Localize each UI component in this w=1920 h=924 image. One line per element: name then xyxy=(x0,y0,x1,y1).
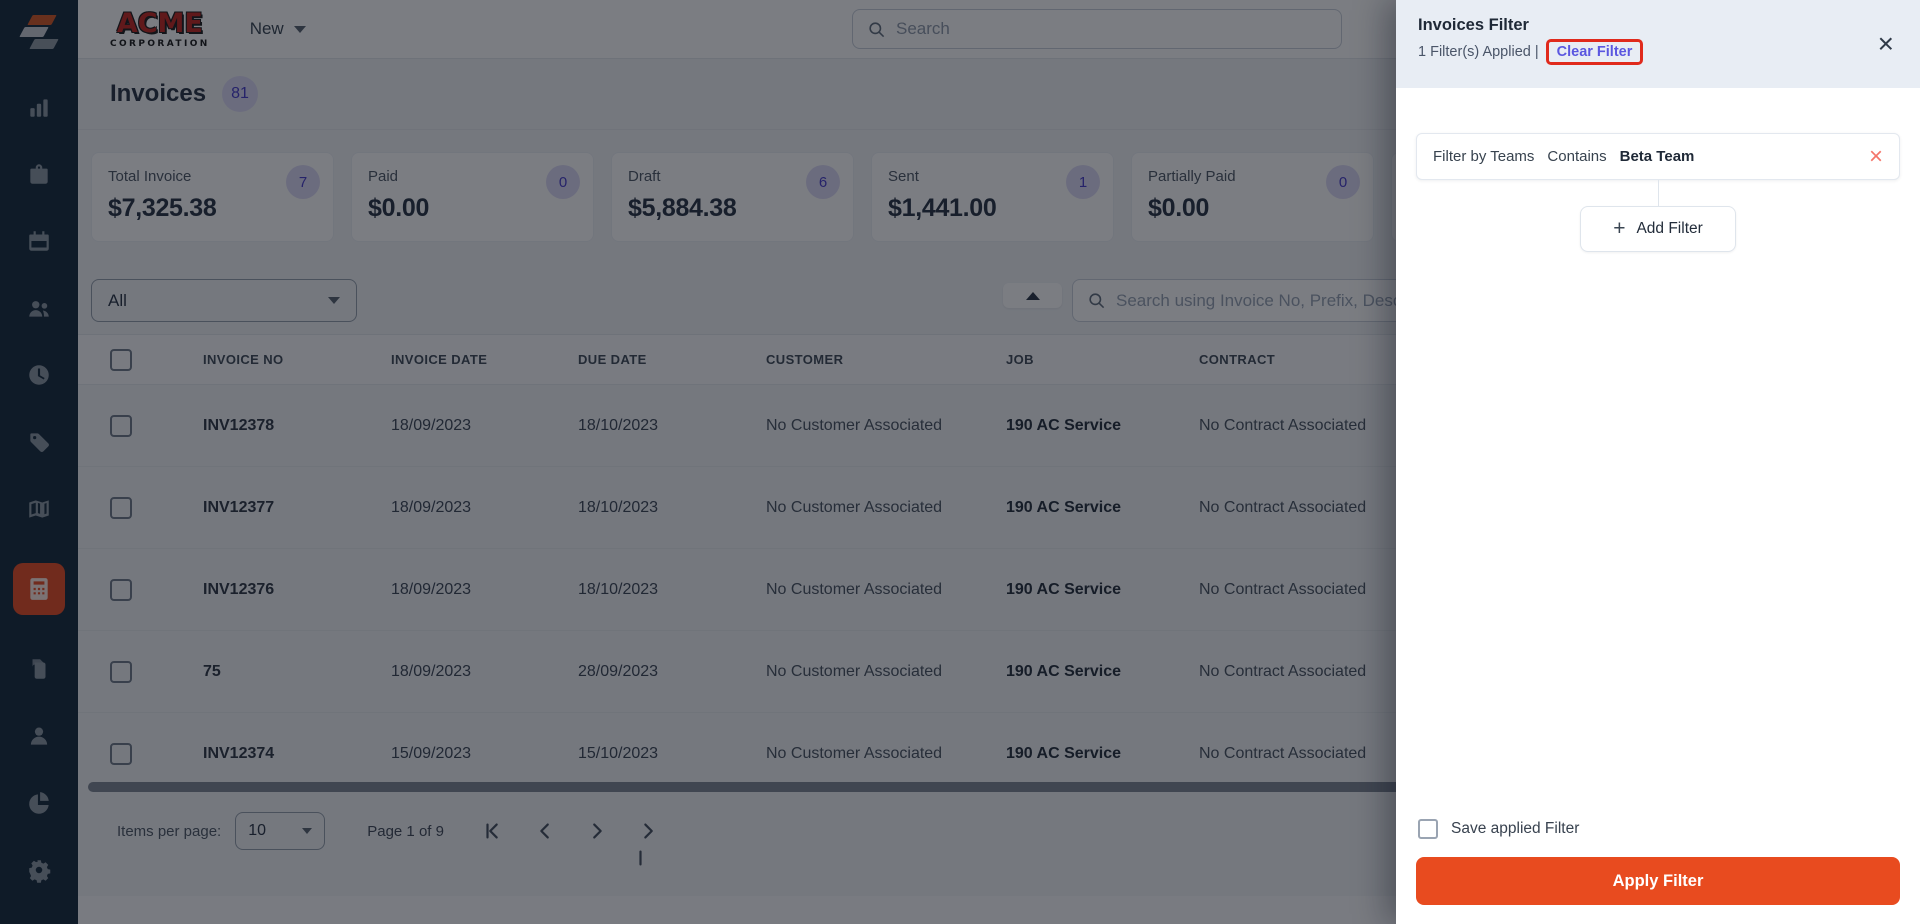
filter-connector-line xyxy=(1657,180,1659,206)
remove-filter-icon[interactable]: × xyxy=(1869,144,1883,169)
close-icon[interactable]: × xyxy=(1878,30,1894,58)
modal-dim-overlay[interactable] xyxy=(0,0,1396,924)
filters-applied-text: 1 Filter(s) Applied | xyxy=(1418,44,1539,60)
add-filter-button[interactable]: + Add Filter xyxy=(1580,206,1736,252)
invoices-filter-panel: Invoices Filter 1 Filter(s) Applied | Cl… xyxy=(1396,0,1920,924)
applied-filter-row[interactable]: Filter by Teams Contains Beta Team × xyxy=(1416,133,1900,180)
filter-panel-footer: Save applied Filter Apply Filter xyxy=(1396,819,1920,924)
filter-panel-header: Invoices Filter 1 Filter(s) Applied | Cl… xyxy=(1396,0,1920,88)
annotation-highlight-box: Clear Filter xyxy=(1545,39,1644,65)
apply-filter-button[interactable]: Apply Filter xyxy=(1416,857,1900,905)
add-filter-label: Add Filter xyxy=(1636,220,1703,237)
filter-panel-body: Filter by Teams Contains Beta Team × + A… xyxy=(1396,88,1920,252)
filter-panel-title: Invoices Filter xyxy=(1418,16,1529,34)
filter-operator-label: Contains xyxy=(1547,148,1607,165)
filter-field-label: Filter by Teams xyxy=(1433,148,1535,165)
plus-icon: + xyxy=(1613,216,1626,240)
save-filter-checkbox[interactable] xyxy=(1418,819,1438,839)
clear-filter-link[interactable]: Clear Filter xyxy=(1557,44,1633,60)
save-filter-label: Save applied Filter xyxy=(1451,820,1580,837)
filter-value-label: Beta Team xyxy=(1619,148,1695,165)
